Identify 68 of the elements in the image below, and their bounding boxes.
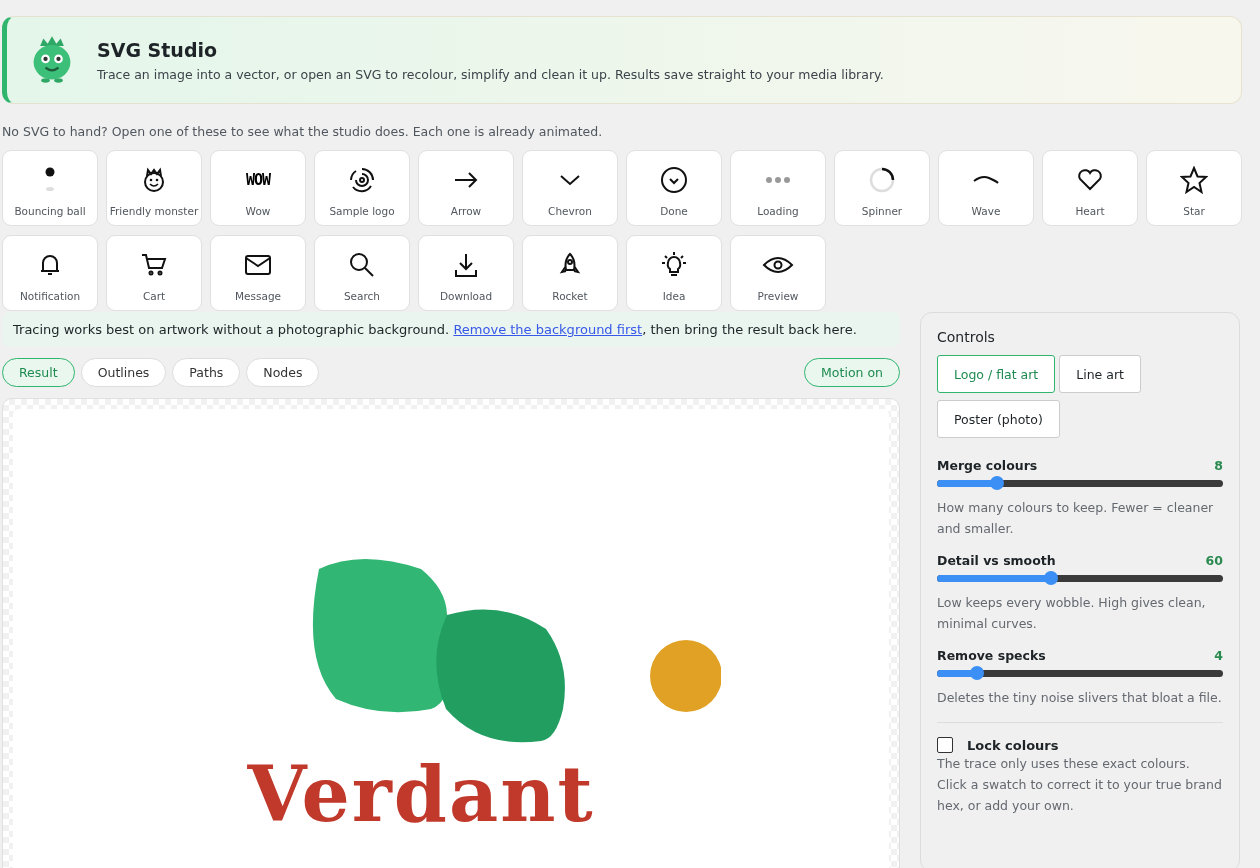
panel-title: Controls	[937, 329, 996, 345]
slider-hint: How many colours to keep. Fewer = cleaner and smaller.	[937, 499, 1215, 538]
sample-tile[interactable]: Cart	[106, 235, 202, 311]
ball-icon	[44, 167, 56, 193]
chevron-icon	[559, 174, 581, 186]
slider-label: Remove specks	[937, 648, 1046, 663]
sample-tile[interactable]: Done	[626, 150, 722, 226]
lightbulb-icon	[660, 251, 688, 279]
slider-label: Detail vs smooth	[937, 553, 1056, 568]
app-subtitle: Trace an image into a vector, or open an SVG to recolour, simplify and clean it up. Results save straight to your media library.	[97, 66, 884, 82]
sample-tile[interactable]: Message	[210, 235, 306, 311]
sample-tile[interactable]: WOW Wow	[210, 150, 306, 226]
slider-hint: Deletes the tiny noise slivers that bloat a file.	[937, 689, 1223, 707]
slider-thumb[interactable]	[990, 476, 1005, 490]
motion-toggle[interactable]: Motion on	[804, 358, 900, 387]
star-icon	[1180, 166, 1208, 194]
lock-label: Lock colours	[967, 737, 1059, 753]
sample-tile[interactable]: Download	[418, 235, 514, 311]
view-tab[interactable]: Nodes	[246, 358, 320, 387]
check-circle-icon	[660, 166, 688, 194]
heart-icon	[1077, 168, 1103, 192]
app-title: SVG Studio	[97, 38, 219, 61]
slider-label: Merge colours	[937, 458, 1038, 473]
preset-button[interactable]: Line art	[1059, 355, 1141, 393]
notice-text: Tracing works best on artwork without a photographic background. Remove the background first, then bring the result back here.	[13, 322, 857, 337]
spinner-icon	[869, 167, 895, 193]
wave-icon	[973, 175, 999, 185]
slider-thumb[interactable]	[970, 666, 985, 680]
sample-tile[interactable]: Notification	[2, 235, 98, 311]
monster-icon	[141, 167, 167, 193]
bell-icon	[39, 253, 61, 277]
sample-tile[interactable]: Wave	[938, 150, 1034, 226]
sample-tile[interactable]: Idea	[626, 235, 722, 311]
slider-thumb[interactable]	[1044, 571, 1059, 585]
lock-checkbox[interactable]	[937, 737, 953, 753]
wow-glyph: WOW	[245, 171, 271, 189]
search-icon	[349, 252, 375, 278]
download-icon	[454, 252, 478, 278]
samples-caption: No SVG to hand? Open one of these to see what the studio does. Each one is already animated.	[2, 124, 604, 139]
preset-button[interactable]: Poster (photo)	[937, 400, 1060, 438]
sample-tile[interactable]: Bouncing ball	[2, 150, 98, 226]
preset-button[interactable]: Logo / flat art	[937, 355, 1056, 393]
sample-tile[interactable]: Star	[1146, 150, 1242, 226]
eye-icon	[762, 255, 794, 275]
slider-value: 8	[1214, 458, 1223, 473]
cart-icon	[141, 253, 167, 277]
view-tab[interactable]: Result	[2, 358, 75, 387]
sample-tile[interactable]: Chevron	[522, 150, 618, 226]
sample-tile[interactable]: Sample logo	[314, 150, 410, 226]
circular-logo-icon	[349, 167, 375, 193]
logo-wordmark: Verdant	[247, 757, 595, 833]
slider-value: 4	[1214, 648, 1223, 663]
slider-value: 60	[1205, 553, 1223, 568]
lock-hint: The trace only uses these exact colours. Click a swatch to correct it to your true brand hex, or add your own.	[937, 755, 1223, 815]
slider-hint: Low keeps every wobble. High gives clean, minimal curves.	[937, 594, 1207, 633]
sample-tile[interactable]: Search	[314, 235, 410, 311]
envelope-icon	[244, 254, 272, 276]
view-tab[interactable]: Outlines	[80, 358, 167, 387]
arrow-icon	[453, 171, 479, 189]
sample-tile[interactable]: Friendly monster	[106, 150, 202, 226]
sample-tile[interactable]: Loading	[730, 150, 826, 226]
sample-tile[interactable]: Heart	[1042, 150, 1138, 226]
sample-tile[interactable]: Preview	[730, 235, 826, 311]
sample-tile[interactable]: Rocket	[522, 235, 618, 311]
dots-icon	[765, 176, 791, 184]
sample-tile[interactable]: Arrow	[418, 150, 514, 226]
view-tab[interactable]: Paths	[172, 358, 241, 387]
sample-tile[interactable]: Spinner	[834, 150, 930, 226]
